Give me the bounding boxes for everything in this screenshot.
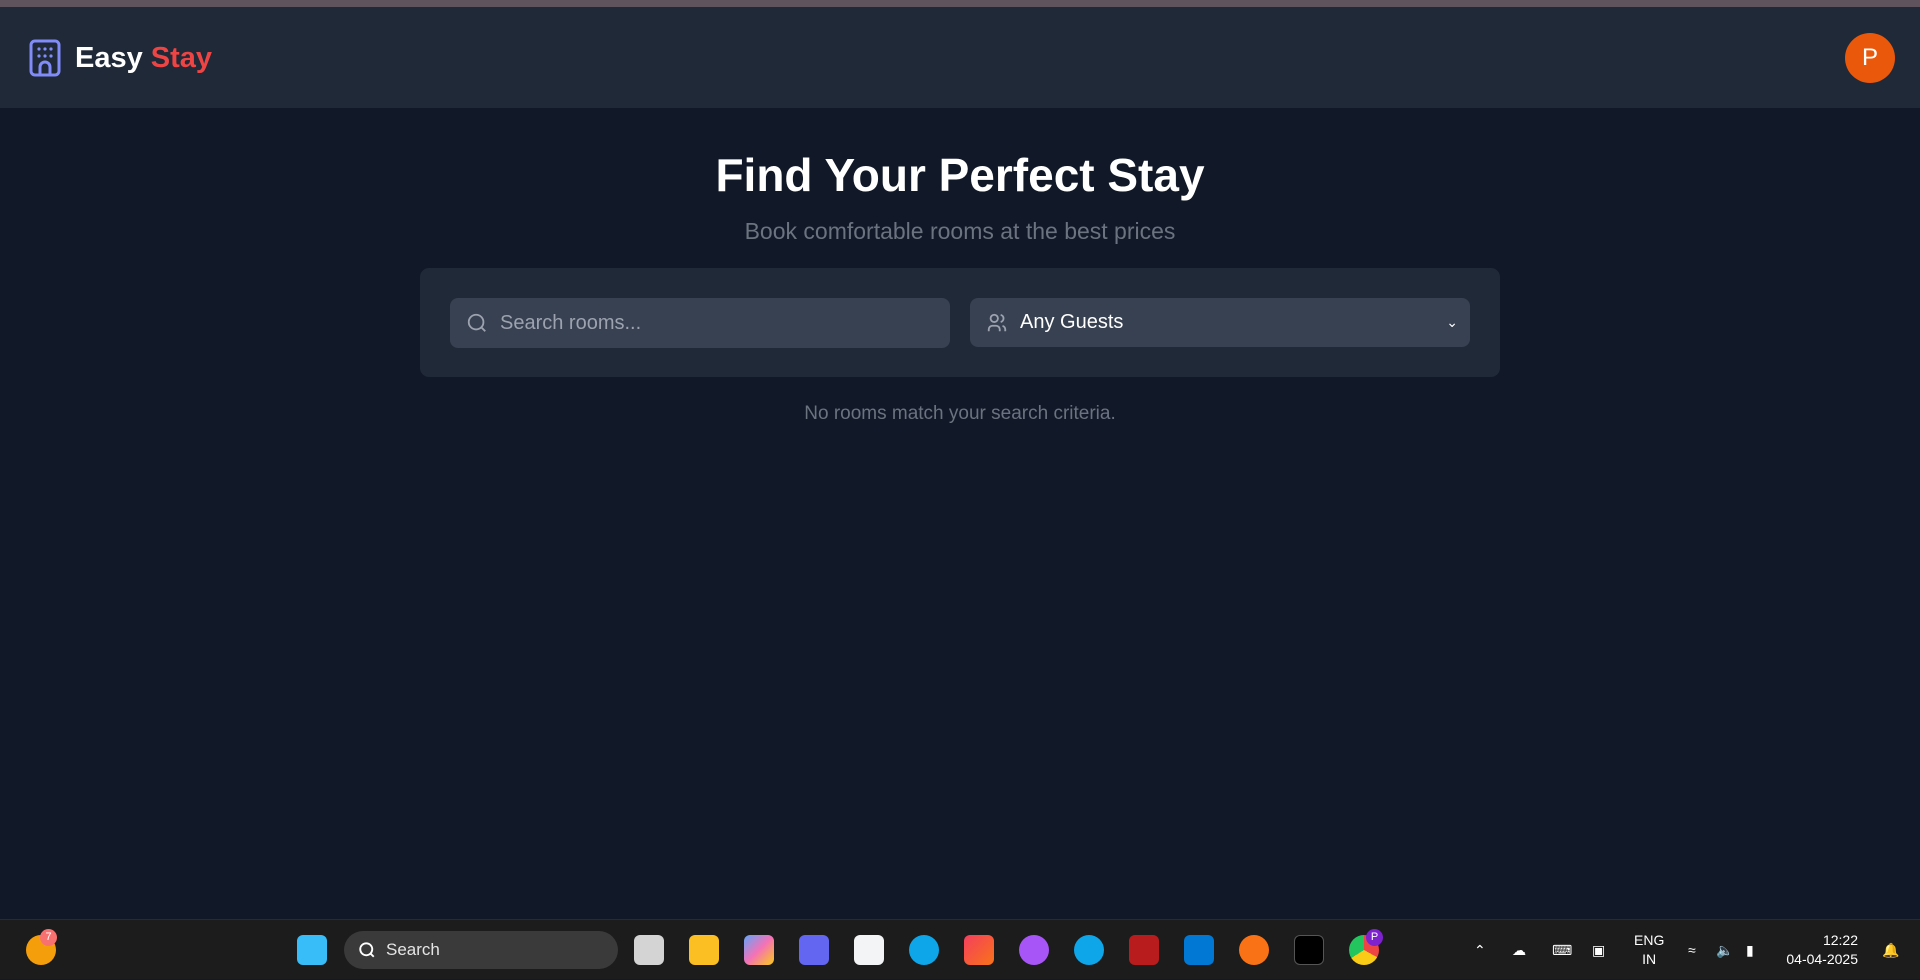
date: 04-04-2025 <box>1786 951 1858 967</box>
guests-select[interactable]: Any Guests ⌄ <box>970 298 1470 347</box>
task-view-icon[interactable] <box>634 935 664 965</box>
weather-badge: 7 <box>40 929 57 946</box>
search-placeholder: Search rooms... <box>500 311 642 334</box>
notification-icon[interactable]: 🔔 <box>1882 920 1899 980</box>
lang-region: IN <box>1642 951 1657 967</box>
window-top-border <box>0 0 1920 7</box>
empty-results-message: No rooms match your search criteria. <box>804 403 1116 424</box>
app-header: Easy Stay P <box>0 7 1920 108</box>
keyboard-icon[interactable]: ⌨ <box>1552 920 1572 980</box>
page-subtitle: Book comfortable rooms at the best price… <box>744 218 1176 244</box>
mcafee-icon[interactable] <box>1129 935 1159 965</box>
windows-taskbar: 7 Search P ⌃ ☁ ⌨ ▣ ENG IN ≈ 🔈 ▮ 12:22 04-0… <box>0 919 1920 979</box>
page-title: Find Your Perfect Stay <box>715 149 1205 201</box>
search-input[interactable]: Search rooms... <box>450 298 950 348</box>
help-icon[interactable] <box>1074 935 1104 965</box>
search-icon <box>359 942 375 958</box>
brand-second: Stay <box>150 41 213 74</box>
lang-code: ENG <box>1634 932 1665 948</box>
chrome-profile-badge: P <box>1366 929 1383 946</box>
user-avatar[interactable]: P <box>1845 33 1895 83</box>
tray-chevron-icon[interactable]: ⌃ <box>1474 920 1486 980</box>
taskbar-search-label: Search <box>386 940 440 959</box>
store-icon[interactable] <box>854 935 884 965</box>
postman-icon[interactable] <box>1239 935 1269 965</box>
chevron-down-icon: ⌄ <box>1446 314 1458 330</box>
wifi-icon[interactable]: ≈ <box>1688 920 1696 980</box>
guests-selected-value: Any Guests <box>1020 311 1124 333</box>
edge-icon[interactable] <box>909 935 939 965</box>
teams-icon[interactable] <box>799 935 829 965</box>
battery-icon[interactable]: ▮ <box>1746 920 1754 980</box>
touchpad-icon[interactable]: ▣ <box>1592 920 1605 980</box>
start-icon[interactable] <box>297 935 327 965</box>
onedrive-icon[interactable]: ☁ <box>1512 920 1526 980</box>
volume-icon[interactable]: 🔈 <box>1716 920 1733 980</box>
vscode-icon[interactable] <box>1184 935 1214 965</box>
brand-name: Easy Stay <box>75 42 212 75</box>
brand-logo[interactable]: Easy Stay <box>29 39 212 77</box>
brand-first: Easy <box>75 41 143 74</box>
language-indicator[interactable]: ENG IN <box>1634 931 1664 969</box>
building-icon <box>29 39 61 77</box>
clock[interactable]: 12:22 04-04-2025 <box>1786 931 1858 969</box>
file-explorer-icon[interactable] <box>689 935 719 965</box>
time: 12:22 <box>1822 932 1858 948</box>
copilot-icon[interactable] <box>744 935 774 965</box>
search-icon <box>467 313 486 332</box>
app-black-icon[interactable] <box>1294 935 1324 965</box>
app-diamond-icon[interactable] <box>964 935 994 965</box>
app-purple-icon[interactable] <box>1019 935 1049 965</box>
search-panel: Search rooms... Any Guests ⌄ <box>420 268 1500 377</box>
taskbar-search[interactable]: Search <box>344 931 618 969</box>
users-icon <box>987 313 1007 331</box>
